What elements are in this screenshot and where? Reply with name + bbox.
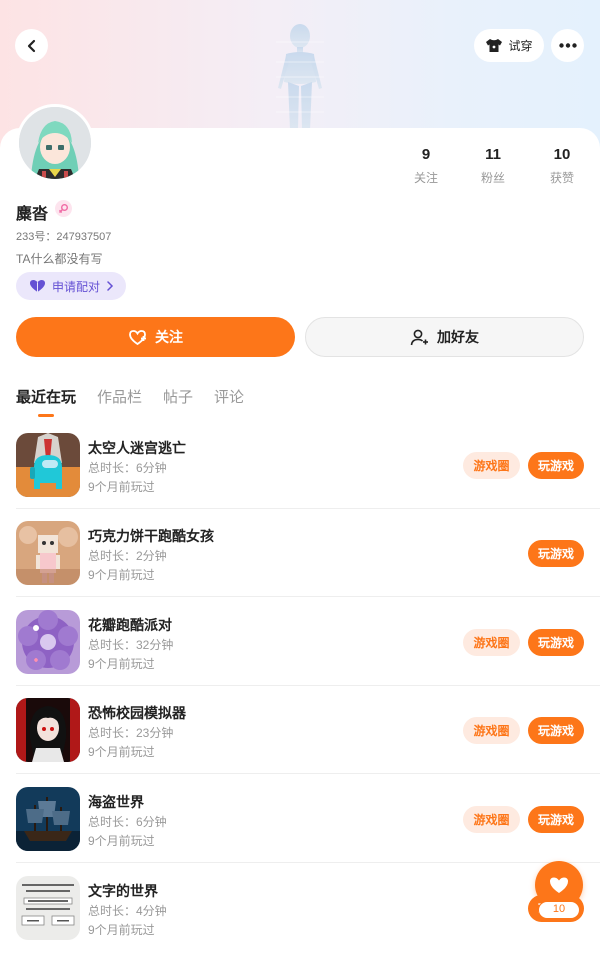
avatar[interactable] [16, 104, 94, 182]
game-list-item[interactable]: 巧克力饼干跑酷女孩 总时长：2分钟 9个月前玩过 玩游戏 [0, 509, 600, 597]
username: 麋沓 [16, 206, 49, 223]
request-pair-button[interactable]: 申请配对 [16, 272, 126, 300]
play-game-button[interactable]: 玩游戏 [528, 717, 584, 744]
game-duration: 总时长：2分钟 [88, 549, 167, 563]
stat-label: 粉丝 [480, 171, 505, 185]
game-list-item[interactable]: 恐怖校园模拟器 总时长：23分钟 9个月前玩过 游戏圈 玩游戏 [0, 686, 600, 774]
game-duration: 总时长：23分钟 [88, 726, 174, 740]
stat-value: 10 [553, 146, 571, 163]
more-options-button[interactable] [551, 29, 584, 62]
play-game-button[interactable]: 玩游戏 [528, 452, 584, 479]
stat-label: 关注 [413, 171, 438, 185]
try-on-button[interactable]: 试穿 [474, 29, 544, 62]
game-last-played: 9个月前玩过 [88, 834, 155, 848]
game-thumbnail [16, 433, 80, 497]
game-thumbnail [16, 698, 80, 762]
user-id: 233号：247937507 [16, 231, 112, 243]
play-game-button[interactable]: 玩游戏 [528, 540, 584, 567]
tab-works[interactable]: 作品栏 [97, 386, 142, 407]
game-thumbnail [16, 787, 80, 851]
heart-icon [550, 877, 568, 893]
game-circle-button[interactable]: 游戏圈 [463, 452, 520, 479]
chevron-right-icon [107, 281, 114, 291]
game-name: 恐怖校园模拟器 [88, 705, 186, 721]
back-arrow-icon [27, 39, 35, 52]
game-thumbnail [16, 521, 80, 585]
game-duration: 总时长：4分钟 [88, 904, 167, 918]
add-friend-label: 加好友 [437, 329, 479, 345]
female-icon [59, 204, 68, 213]
game-list-item[interactable]: 海盗世界 总时长：6分钟 9个月前玩过 游戏圈 玩游戏 [0, 775, 600, 863]
stat-followers[interactable]: 11 粉丝 [463, 146, 523, 186]
female-badge [55, 200, 72, 217]
list-divider [16, 773, 600, 774]
tab-recently-played[interactable]: 最近在玩 [16, 386, 76, 407]
tshirt-icon [486, 39, 503, 52]
game-name: 花瓣跑酷派对 [88, 617, 172, 633]
stat-likes[interactable]: 10 获赞 [532, 146, 592, 186]
game-name: 文字的世界 [88, 883, 158, 899]
tab-posts[interactable]: 帖子 [163, 386, 193, 407]
game-list-item[interactable]: 文字的世界 总时长：4分钟 9个月前玩过 玩游戏 [0, 864, 600, 952]
game-circle-button[interactable]: 游戏圈 [463, 806, 520, 833]
game-duration: 总时长：6分钟 [88, 461, 167, 475]
profile-tabs: 最近在玩 作品栏 帖子 评论 [16, 386, 244, 407]
game-last-played: 9个月前玩过 [88, 657, 155, 671]
heart-plus-icon [129, 329, 146, 345]
game-name: 海盗世界 [88, 794, 144, 810]
game-circle-button[interactable]: 游戏圈 [463, 717, 520, 744]
play-game-button[interactable]: 玩游戏 [528, 806, 584, 833]
game-name: 巧克力饼干跑酷女孩 [88, 528, 214, 544]
try-on-label: 试穿 [508, 39, 533, 53]
stat-label: 获赞 [549, 171, 574, 185]
game-duration: 总时长：32分钟 [88, 638, 174, 652]
heart-icon [30, 280, 45, 292]
back-button[interactable] [15, 29, 48, 62]
game-list-item[interactable]: 花瓣跑酷派对 总时长：32分钟 9个月前玩过 游戏圈 玩游戏 [0, 598, 600, 686]
tab-comments[interactable]: 评论 [214, 386, 244, 407]
list-divider [16, 862, 600, 863]
user-bio: TA什么都没有写 [16, 252, 103, 266]
game-circle-button[interactable]: 游戏圈 [463, 629, 520, 656]
avatar-anime-girl-image [19, 107, 91, 179]
user-plus-icon [410, 329, 428, 345]
follow-label: 关注 [155, 329, 183, 345]
more-dots-icon [558, 43, 577, 48]
like-count-badge: 10 [538, 901, 580, 919]
stat-value: 11 [485, 146, 501, 163]
stat-value: 9 [421, 146, 431, 163]
game-list-item[interactable]: 太空人迷宫逃亡 总时长：6分钟 9个月前玩过 游戏圈 玩游戏 [0, 421, 600, 509]
avatar-figure-silhouette [276, 24, 324, 130]
game-last-played: 9个月前玩过 [88, 568, 155, 582]
add-friend-button[interactable]: 加好友 [305, 317, 584, 357]
stat-following[interactable]: 9 关注 [396, 146, 456, 186]
play-game-button[interactable]: 玩游戏 [528, 629, 584, 656]
game-name: 太空人迷宫逃亡 [88, 440, 186, 456]
game-thumbnail [16, 876, 80, 940]
game-last-played: 9个月前玩过 [88, 923, 155, 937]
request-pair-label: 申请配对 [52, 279, 101, 294]
game-duration: 总时长：6分钟 [88, 815, 167, 829]
follow-button[interactable]: 关注 [16, 317, 295, 357]
list-divider [16, 596, 600, 597]
game-last-played: 9个月前玩过 [88, 480, 155, 494]
game-thumbnail [16, 610, 80, 674]
game-last-played: 9个月前玩过 [88, 745, 155, 759]
